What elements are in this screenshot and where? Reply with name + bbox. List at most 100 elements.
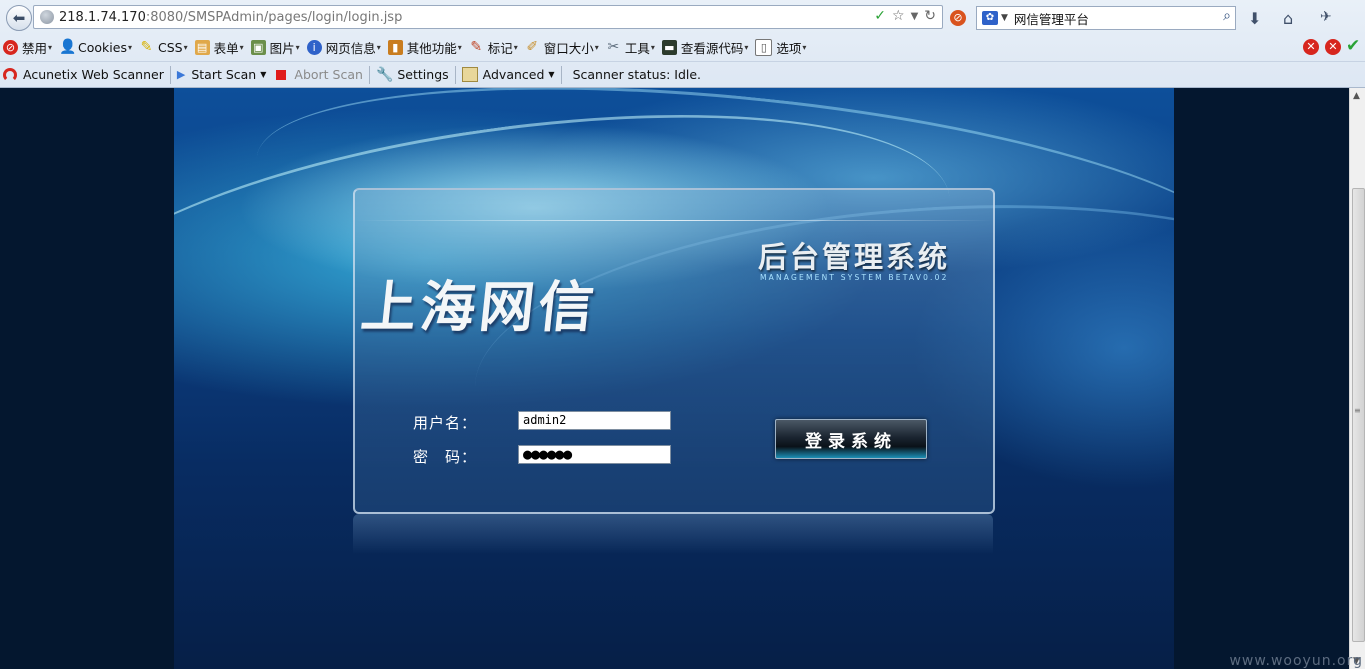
start-scan-button[interactable]: ▶ Start Scan ▼	[172, 67, 272, 82]
start-scan-label: Start Scan	[191, 67, 257, 82]
search-input[interactable]: 网信管理平台	[1014, 9, 1089, 28]
chevron-down-icon: ▾	[48, 42, 53, 52]
valid-check-icon[interactable]: ✔	[1346, 36, 1360, 56]
url-path: :8080/SMSPAdmin/pages/login/login.jsp	[145, 9, 403, 25]
menu-misc[interactable]: ▮ 其他功能 ▾	[387, 38, 462, 57]
ruler-icon: ✐	[526, 38, 539, 55]
menu-outline[interactable]: ✎ 标记 ▾	[469, 38, 517, 57]
search-engine-dropdown-icon[interactable]: ▼	[1001, 13, 1008, 23]
menu-label: 选项	[776, 40, 802, 56]
password-input[interactable]: ●●●●●●	[518, 445, 671, 464]
error-icon[interactable]: ✕	[1303, 39, 1319, 55]
menu-tools[interactable]: ✂ 工具 ▾	[606, 38, 654, 57]
menu-view-source[interactable]: ▬ 查看源代码 ▾	[661, 38, 749, 57]
scanner-status: Scanner status: Idle.	[563, 67, 706, 82]
disable-icon: ⊘	[3, 39, 18, 55]
menu-resize[interactable]: ✐ 窗口大小 ▾	[525, 38, 599, 57]
search-box[interactable]: ✿ ▼ 网信管理平台 ⌕	[976, 6, 1236, 30]
menu-label: CSS	[158, 39, 183, 55]
system-title: 后台管理系统	[758, 240, 951, 274]
home-icon[interactable]: ⌂	[1283, 9, 1293, 28]
login-button[interactable]: 登录系统	[775, 419, 927, 459]
settings-button[interactable]: 🔧 Settings	[371, 67, 454, 83]
menu-page-info[interactable]: i 网页信息 ▾	[306, 38, 381, 57]
settings-label: Settings	[397, 67, 449, 82]
toolbar-separator	[454, 65, 456, 84]
search-engine-icon[interactable]: ✿	[982, 11, 998, 25]
chevron-down-icon: ▾	[239, 42, 244, 52]
chevron-down-icon: ▾	[376, 42, 381, 52]
url-host: 218.1.74.170	[59, 9, 146, 25]
menu-label: 其他功能	[406, 40, 457, 56]
username-input[interactable]: admin2	[518, 411, 671, 430]
tools-icon: ✂	[607, 38, 620, 55]
scrollbar-thumb[interactable]	[1352, 188, 1365, 642]
menu-cookies[interactable]: 👤 Cookies ▾	[59, 39, 132, 55]
password-label: 密 码：	[413, 448, 478, 466]
scrollbar-grip-icon: ≡	[1354, 406, 1361, 415]
globe-icon	[40, 10, 54, 24]
reload-icon[interactable]: ↻	[924, 8, 936, 24]
menu-label: 表单	[213, 40, 239, 56]
dropdown-arrow-icon[interactable]: ▼	[911, 11, 919, 24]
verified-check-icon[interactable]: ✓	[874, 8, 886, 24]
panel-reflection	[353, 514, 993, 554]
menu-forms[interactable]: ▤ 表单 ▾	[194, 38, 244, 57]
menu-label: 窗口大小	[543, 40, 594, 56]
menu-label: 网页信息	[325, 40, 376, 56]
info-icon: i	[306, 39, 322, 55]
abort-scan-label: Abort Scan	[294, 67, 363, 82]
chevron-down-icon: ▾	[183, 42, 188, 52]
scanner-toolbar: Acunetix Web Scanner ▶ Start Scan ▼ Abor…	[0, 61, 1365, 87]
image-icon: ▣	[250, 39, 266, 55]
abort-scan-button[interactable]: Abort Scan	[271, 67, 368, 82]
bookmark-star-icon[interactable]: ☆	[892, 8, 905, 24]
menu-css[interactable]: ✎ CSS ▾	[139, 38, 188, 55]
acunetix-logo-icon	[3, 67, 17, 82]
menu-disable[interactable]: ⊘ 禁用 ▾	[3, 38, 52, 57]
scanner-status-text: Scanner status: Idle.	[572, 67, 702, 82]
scanner-brand[interactable]: Acunetix Web Scanner	[3, 67, 169, 82]
back-button[interactable]: ⬅	[6, 5, 32, 31]
back-arrow-icon: ⬅	[12, 9, 26, 27]
wrench-icon: 🔧	[375, 66, 394, 83]
address-bar[interactable]: 218.1.74.170:8080/SMSPAdmin/pages/login/…	[33, 5, 943, 29]
vertical-scrollbar[interactable]: ▲ ≡ ▼	[1349, 88, 1365, 669]
chevron-down-icon: ▾	[744, 42, 749, 52]
form-icon: ▤	[194, 39, 210, 55]
menu-images[interactable]: ▣ 图片 ▾	[250, 38, 300, 57]
play-icon: ▶	[176, 68, 186, 81]
chevron-down-icon: ▾	[127, 42, 132, 52]
stop-icon	[276, 69, 287, 80]
page-viewport: 上海网信 后台管理系统 MANAGEMENT SYSTEM BETAV0.02 …	[0, 88, 1349, 669]
chevron-down-icon: ▾	[457, 42, 462, 52]
system-subtitle: MANAGEMENT SYSTEM BETAV0.02	[760, 273, 949, 282]
error-icon[interactable]: ✕	[1325, 39, 1341, 55]
noscript-block-icon[interactable]: ⊘	[950, 10, 966, 26]
menu-options[interactable]: ▯ 选项 ▾	[755, 38, 806, 57]
advanced-button[interactable]: Advanced ▼	[457, 67, 560, 82]
chevron-down-icon: ▾	[295, 42, 300, 52]
chevron-down-icon: ▾	[594, 42, 599, 52]
chevron-down-icon: ▼	[548, 70, 555, 79]
menu-label: 图片	[269, 40, 295, 56]
address-bar-icons: ✓ ☆ ▼ ↻	[874, 8, 936, 24]
extension-icon[interactable]: ✈	[1320, 9, 1332, 25]
username-label: 用户名：	[413, 414, 478, 432]
download-icon[interactable]: ⬇	[1248, 9, 1261, 28]
menu-label: 工具	[624, 40, 650, 56]
marker-icon: ✎	[470, 38, 483, 55]
menu-label: 标记	[487, 40, 513, 56]
scroll-up-icon[interactable]: ▲	[1353, 91, 1360, 101]
advanced-icon	[461, 67, 478, 82]
toolbar-separator	[560, 65, 562, 84]
toolbar-separator	[169, 65, 171, 84]
menu-label: 查看源代码	[680, 40, 744, 56]
options-icon: ▯	[755, 38, 773, 56]
scanner-brand-label: Acunetix Web Scanner	[23, 67, 164, 82]
panel-highlight	[355, 220, 993, 221]
search-icon[interactable]: ⌕	[1223, 8, 1231, 24]
login-panel: 上海网信 后台管理系统 MANAGEMENT SYSTEM BETAV0.02 …	[353, 188, 995, 514]
menu-label: 禁用	[22, 40, 48, 56]
css-pencil-icon: ✎	[140, 38, 153, 55]
